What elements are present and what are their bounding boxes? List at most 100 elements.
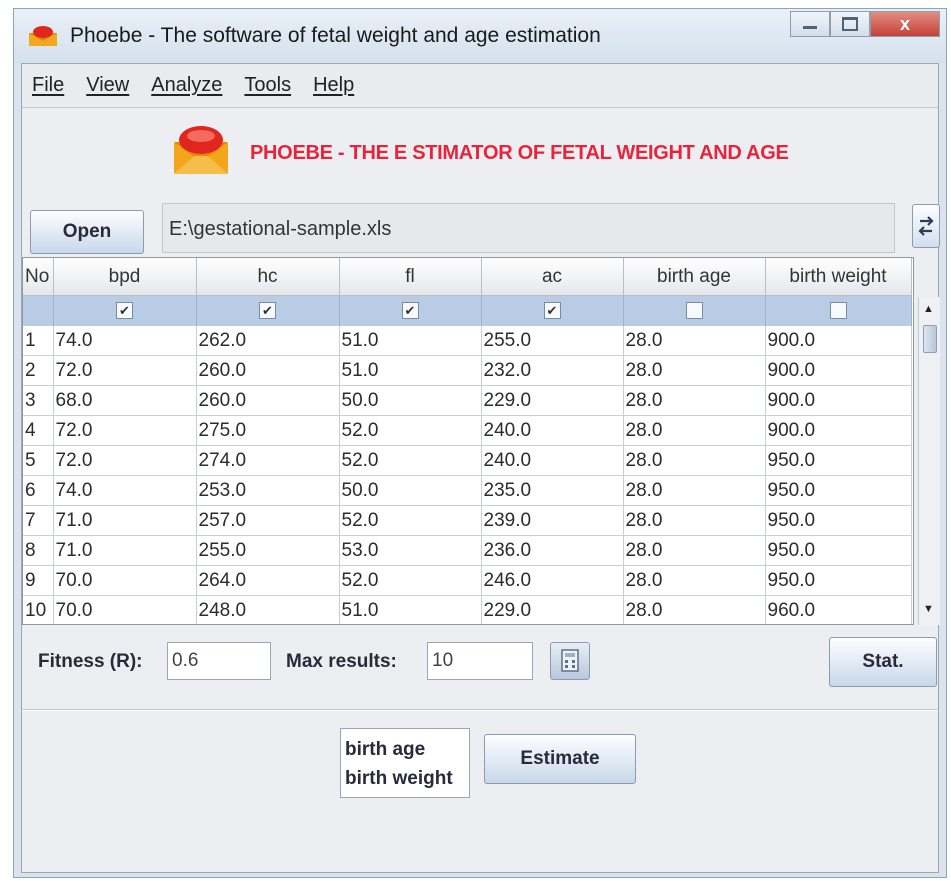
cell-birth-weight[interactable]: 950.0 xyxy=(765,565,912,596)
cell-birth-age[interactable]: 28.0 xyxy=(623,595,766,624)
cell-fl[interactable]: 51.0 xyxy=(339,355,482,386)
cell-no[interactable]: 7 xyxy=(23,505,54,536)
open-button[interactable]: Open xyxy=(30,210,144,254)
cell-bpd[interactable]: 70.0 xyxy=(53,565,197,596)
cell-birth-age[interactable]: 28.0 xyxy=(623,355,766,386)
cell-bpd[interactable]: 72.0 xyxy=(53,415,197,446)
cell-ac[interactable]: 232.0 xyxy=(481,355,624,386)
cell-bpd[interactable]: 70.0 xyxy=(53,595,197,624)
cell-fl[interactable]: 51.0 xyxy=(339,326,482,356)
column-header-ac[interactable]: ac xyxy=(481,258,624,296)
table-row[interactable]: 10 70.0 248.0 51.0 229.0 28.0 960.0 xyxy=(23,595,912,624)
column-header-birth-weight[interactable]: birth weight xyxy=(765,258,912,296)
cell-bpd[interactable]: 71.0 xyxy=(53,505,197,536)
cell-no[interactable]: 10 xyxy=(23,595,54,624)
table-row[interactable]: 7 71.0 257.0 52.0 239.0 28.0 950.0 xyxy=(23,505,912,536)
column-header-hc[interactable]: hc xyxy=(196,258,340,296)
cell-birth-weight[interactable]: 950.0 xyxy=(765,475,912,506)
cell-ac[interactable]: 229.0 xyxy=(481,385,624,416)
title-bar[interactable]: Phoebe - The software of fetal weight an… xyxy=(14,9,946,63)
cell-bpd[interactable]: 71.0 xyxy=(53,535,197,566)
cell-birth-age[interactable]: 28.0 xyxy=(623,326,766,356)
cell-no[interactable]: 5 xyxy=(23,445,54,476)
table-row[interactable]: 5 72.0 274.0 52.0 240.0 28.0 950.0 xyxy=(23,445,912,476)
cell-no[interactable]: 9 xyxy=(23,565,54,596)
cell-no[interactable]: 6 xyxy=(23,475,54,506)
cell-ac[interactable]: 246.0 xyxy=(481,565,624,596)
estimate-target-list[interactable]: birth age birth weight xyxy=(340,728,470,798)
menu-tools[interactable]: Tools xyxy=(244,74,291,97)
cell-birth-age[interactable]: 28.0 xyxy=(623,385,766,416)
table-row[interactable]: 9 70.0 264.0 52.0 246.0 28.0 950.0 xyxy=(23,565,912,596)
cell-ac[interactable]: 240.0 xyxy=(481,415,624,446)
cell-birth-weight[interactable]: 950.0 xyxy=(765,535,912,566)
checkbox-fl[interactable]: ✔ xyxy=(401,302,419,320)
cell-hc[interactable]: 260.0 xyxy=(196,355,340,386)
minimize-button[interactable] xyxy=(790,11,830,37)
column-header-fl[interactable]: fl xyxy=(339,258,482,296)
close-button[interactable]: x xyxy=(870,11,940,37)
checkbox-birth-weight[interactable] xyxy=(829,302,847,320)
cell-birth-weight[interactable]: 900.0 xyxy=(765,415,912,446)
table-row[interactable]: 8 71.0 255.0 53.0 236.0 28.0 950.0 xyxy=(23,535,912,566)
column-header-birth-age[interactable]: birth age xyxy=(623,258,766,296)
cell-fl[interactable]: 52.0 xyxy=(339,445,482,476)
cell-fl[interactable]: 50.0 xyxy=(339,475,482,506)
cell-bpd[interactable]: 74.0 xyxy=(53,326,197,356)
scroll-thumb[interactable] xyxy=(923,325,937,353)
table-row[interactable]: 3 68.0 260.0 50.0 229.0 28.0 900.0 xyxy=(23,385,912,416)
scroll-down-icon[interactable]: ▼ xyxy=(923,603,934,615)
fitness-field[interactable]: 0.6 xyxy=(167,642,271,680)
cell-birth-weight[interactable]: 950.0 xyxy=(765,505,912,536)
cell-no[interactable]: 3 xyxy=(23,385,54,416)
cell-no[interactable]: 4 xyxy=(23,415,54,446)
data-table[interactable]: No bpd hc fl ac birth age birth weight ✔… xyxy=(22,257,914,625)
cell-birth-weight[interactable]: 900.0 xyxy=(765,385,912,416)
cell-hc[interactable]: 253.0 xyxy=(196,475,340,506)
cell-fl[interactable]: 52.0 xyxy=(339,415,482,446)
file-path-field[interactable]: E:\gestational-sample.xls xyxy=(162,203,895,253)
menu-file[interactable]: File xyxy=(32,74,64,97)
cell-ac[interactable]: 229.0 xyxy=(481,595,624,624)
cell-no[interactable]: 8 xyxy=(23,535,54,566)
cell-bpd[interactable]: 68.0 xyxy=(53,385,197,416)
cell-no[interactable]: 1 xyxy=(23,326,54,356)
cell-hc[interactable]: 260.0 xyxy=(196,385,340,416)
cell-hc[interactable]: 264.0 xyxy=(196,565,340,596)
cell-ac[interactable]: 235.0 xyxy=(481,475,624,506)
cell-hc[interactable]: 248.0 xyxy=(196,595,340,624)
checkbox-birth-age[interactable] xyxy=(685,302,703,320)
estimate-button[interactable]: Estimate xyxy=(484,734,636,784)
table-row[interactable]: 2 72.0 260.0 51.0 232.0 28.0 900.0 xyxy=(23,355,912,386)
cell-ac[interactable]: 240.0 xyxy=(481,445,624,476)
column-header-no[interactable]: No xyxy=(23,258,54,296)
cell-fl[interactable]: 52.0 xyxy=(339,565,482,596)
cell-ac[interactable]: 255.0 xyxy=(481,326,624,356)
cell-birth-age[interactable]: 28.0 xyxy=(623,565,766,596)
cell-birth-age[interactable]: 28.0 xyxy=(623,415,766,446)
cell-bpd[interactable]: 72.0 xyxy=(53,355,197,386)
cell-bpd[interactable]: 72.0 xyxy=(53,445,197,476)
table-row[interactable]: 4 72.0 275.0 52.0 240.0 28.0 900.0 xyxy=(23,415,912,446)
cell-no[interactable]: 2 xyxy=(23,355,54,386)
cell-birth-age[interactable]: 28.0 xyxy=(623,445,766,476)
cell-birth-age[interactable]: 28.0 xyxy=(623,535,766,566)
menu-view[interactable]: View xyxy=(86,74,129,97)
cell-hc[interactable]: 275.0 xyxy=(196,415,340,446)
list-item-birth-age[interactable]: birth age xyxy=(345,735,469,764)
refresh-button[interactable] xyxy=(912,204,940,248)
checkbox-bpd[interactable]: ✔ xyxy=(116,302,133,320)
menu-help[interactable]: Help xyxy=(313,74,354,97)
cell-birth-weight[interactable]: 960.0 xyxy=(765,595,912,624)
cell-hc[interactable]: 262.0 xyxy=(196,326,340,356)
cell-hc[interactable]: 274.0 xyxy=(196,445,340,476)
table-row[interactable]: 6 74.0 253.0 50.0 235.0 28.0 950.0 xyxy=(23,475,912,506)
cell-birth-weight[interactable]: 950.0 xyxy=(765,445,912,476)
cell-fl[interactable]: 53.0 xyxy=(339,535,482,566)
column-header-bpd[interactable]: bpd xyxy=(53,258,197,296)
cell-birth-weight[interactable]: 900.0 xyxy=(765,355,912,386)
cell-bpd[interactable]: 74.0 xyxy=(53,475,197,506)
checkbox-hc[interactable]: ✔ xyxy=(259,302,276,320)
max-results-field[interactable]: 10 xyxy=(427,642,533,680)
cell-birth-age[interactable]: 28.0 xyxy=(623,475,766,506)
